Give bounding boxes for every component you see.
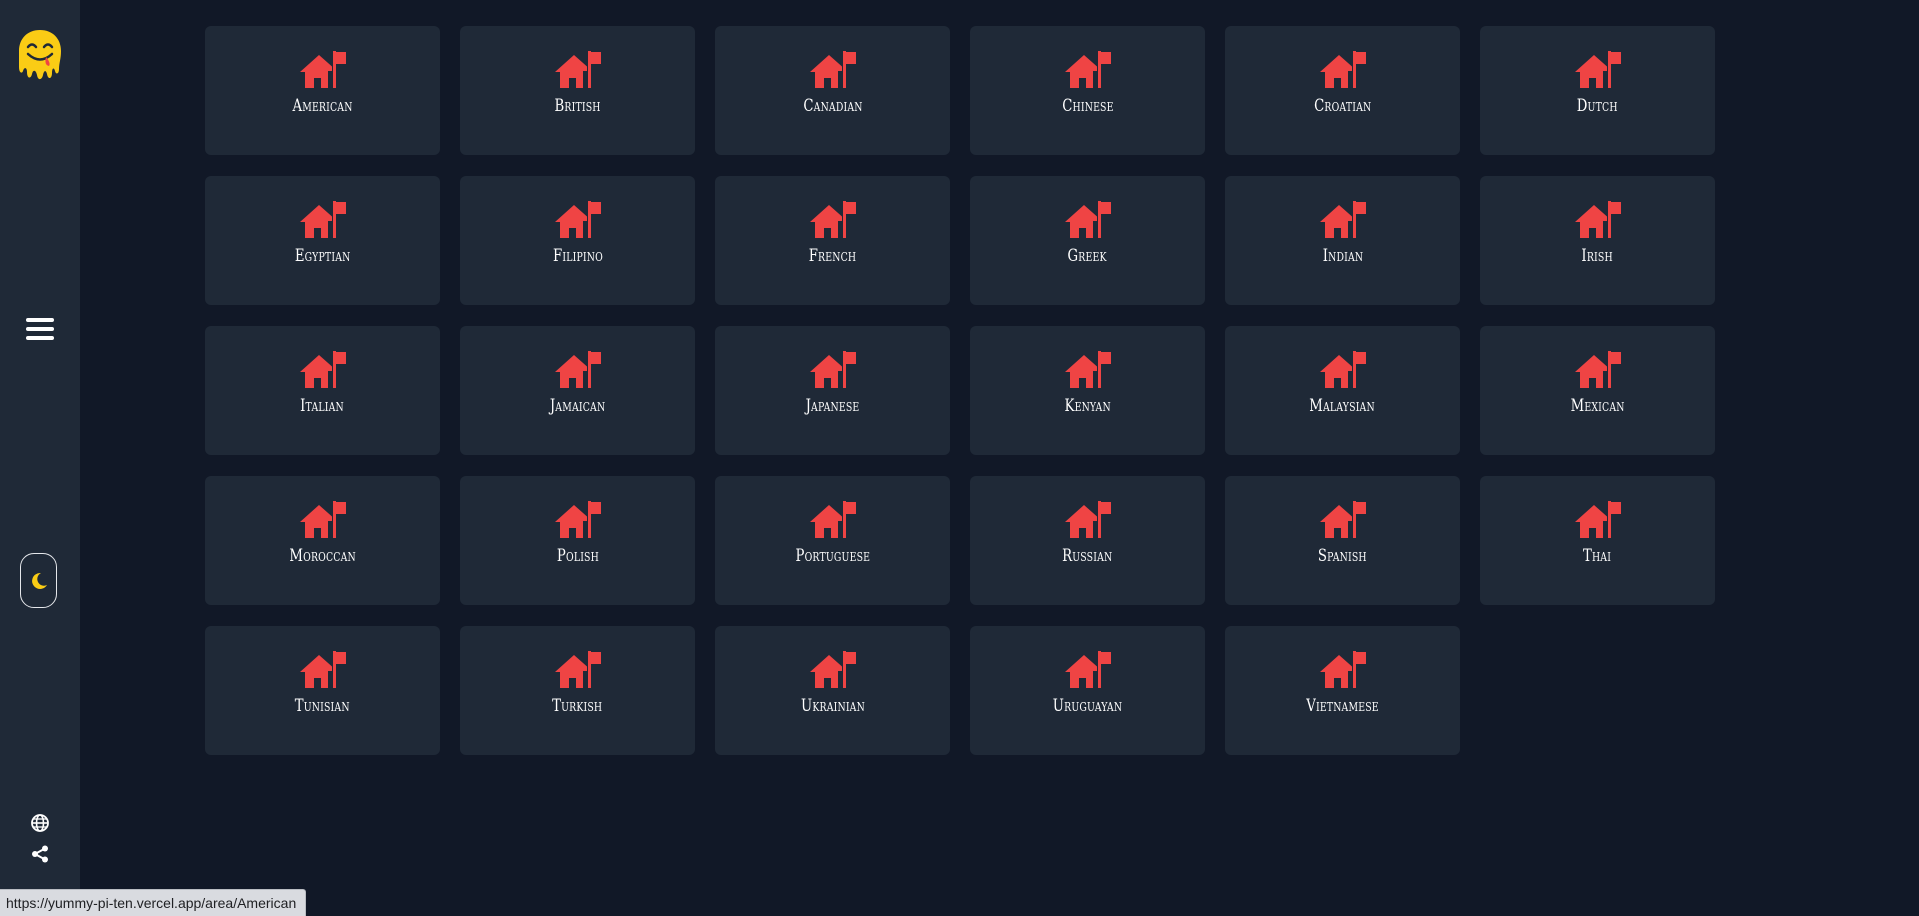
house-flag-icon: [554, 351, 601, 388]
area-card[interactable]: French: [715, 176, 950, 305]
hamburger-menu-icon[interactable]: [26, 318, 54, 342]
house-flag-icon: [809, 651, 856, 688]
area-card[interactable]: Vietnamese: [1225, 626, 1460, 755]
share-icon[interactable]: [31, 845, 49, 863]
house-flag-icon: [554, 651, 601, 688]
area-label: Japanese: [805, 396, 860, 416]
area-label: American: [292, 96, 353, 116]
area-card[interactable]: Tunisian: [205, 626, 440, 755]
area-label: Russian: [1062, 546, 1113, 566]
area-card[interactable]: Turkish: [460, 626, 695, 755]
house-flag-icon: [299, 651, 346, 688]
house-flag-icon: [1064, 501, 1111, 538]
area-label: Tunisian: [295, 696, 350, 716]
area-card[interactable]: American: [205, 26, 440, 155]
area-label: Vietnamese: [1306, 696, 1379, 716]
area-card[interactable]: Spanish: [1225, 476, 1460, 605]
house-flag-icon: [1319, 651, 1366, 688]
house-flag-icon: [299, 201, 346, 238]
house-flag-icon: [1574, 201, 1621, 238]
house-flag-icon: [1574, 351, 1621, 388]
area-card[interactable]: Portuguese: [715, 476, 950, 605]
area-card[interactable]: Filipino: [460, 176, 695, 305]
house-flag-icon: [809, 51, 856, 88]
area-card[interactable]: Japanese: [715, 326, 950, 455]
area-label: Moroccan: [289, 546, 356, 566]
area-label: Kenyan: [1064, 396, 1111, 416]
area-card[interactable]: Irish: [1480, 176, 1715, 305]
area-card[interactable]: Polish: [460, 476, 695, 605]
area-label: Polish: [556, 546, 599, 566]
status-bar-url: https://yummy-pi-ten.vercel.app/area/Ame…: [0, 889, 307, 916]
area-card[interactable]: Canadian: [715, 26, 950, 155]
house-flag-icon: [554, 501, 601, 538]
house-flag-icon: [1064, 351, 1111, 388]
area-label: Uruguayan: [1052, 696, 1123, 716]
area-card[interactable]: Dutch: [1480, 26, 1715, 155]
area-card[interactable]: Moroccan: [205, 476, 440, 605]
house-flag-icon: [554, 201, 601, 238]
area-label: Spanish: [1318, 546, 1367, 566]
area-card[interactable]: Malaysian: [1225, 326, 1460, 455]
house-flag-icon: [1574, 501, 1621, 538]
area-label: Canadian: [802, 96, 863, 116]
area-card[interactable]: British: [460, 26, 695, 155]
house-flag-icon: [299, 51, 346, 88]
area-label: French: [808, 246, 857, 266]
area-card[interactable]: Egyptian: [205, 176, 440, 305]
house-flag-icon: [1319, 351, 1366, 388]
house-flag-icon: [554, 51, 601, 88]
area-card[interactable]: Jamaican: [460, 326, 695, 455]
area-label: Mexican: [1570, 396, 1625, 416]
area-label: Irish: [1581, 246, 1614, 266]
moon-icon: [31, 572, 47, 589]
area-card[interactable]: Russian: [970, 476, 1205, 605]
area-label: Italian: [300, 396, 345, 416]
area-card[interactable]: Thai: [1480, 476, 1715, 605]
house-flag-icon: [1319, 51, 1366, 88]
area-label: Chinese: [1061, 96, 1114, 116]
house-flag-icon: [1574, 51, 1621, 88]
area-grid: American British Canadian Chinese Croatian Du…: [205, 26, 1715, 755]
house-flag-icon: [809, 201, 856, 238]
area-card[interactable]: Italian: [205, 326, 440, 455]
house-flag-icon: [1064, 51, 1111, 88]
house-flag-icon: [1064, 651, 1111, 688]
area-label: Thai: [1583, 546, 1612, 566]
area-label: Ukrainian: [800, 696, 865, 716]
area-label: Jamaican: [549, 396, 606, 416]
area-label: Malaysian: [1309, 396, 1376, 416]
area-card[interactable]: Kenyan: [970, 326, 1205, 455]
house-flag-icon: [1319, 201, 1366, 238]
area-card[interactable]: Mexican: [1480, 326, 1715, 455]
house-flag-icon: [1319, 501, 1366, 538]
theme-toggle-button[interactable]: [20, 553, 57, 608]
area-label: Turkish: [552, 696, 603, 716]
house-flag-icon: [299, 351, 346, 388]
area-card[interactable]: Indian: [1225, 176, 1460, 305]
house-flag-icon: [809, 351, 856, 388]
area-card[interactable]: Ukrainian: [715, 626, 950, 755]
area-card[interactable]: Greek: [970, 176, 1205, 305]
area-card[interactable]: Croatian: [1225, 26, 1460, 155]
area-label: Dutch: [1577, 96, 1618, 116]
house-flag-icon: [299, 501, 346, 538]
area-label: Egyptian: [294, 246, 351, 266]
house-flag-icon: [809, 501, 856, 538]
area-card[interactable]: Uruguayan: [970, 626, 1205, 755]
area-card[interactable]: Chinese: [970, 26, 1205, 155]
sidebar: [0, 0, 80, 916]
area-label: Filipino: [552, 246, 603, 266]
logo-smiley-icon[interactable]: [15, 27, 65, 83]
area-label: Greek: [1067, 246, 1108, 266]
area-label: Portuguese: [795, 546, 870, 566]
area-label: Croatian: [1313, 96, 1372, 116]
house-flag-icon: [1064, 201, 1111, 238]
area-label: Indian: [1322, 246, 1363, 266]
area-label: British: [554, 96, 601, 116]
globe-icon[interactable]: [30, 813, 50, 833]
